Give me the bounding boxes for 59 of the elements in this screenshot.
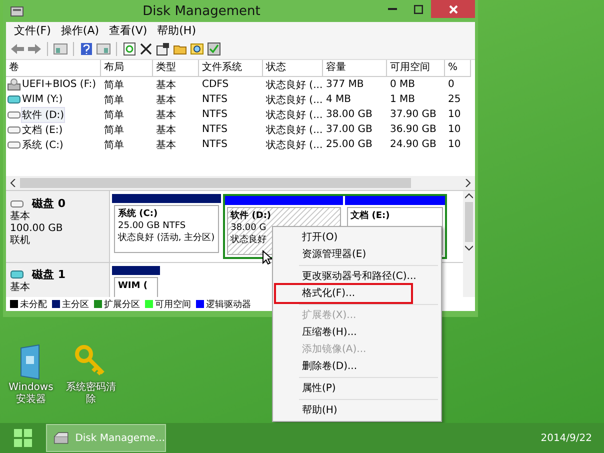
legend-label: 未分配 (20, 298, 47, 310)
table-cell-text: 10 (447, 139, 462, 150)
disk-name: 磁盘 1 (32, 267, 66, 282)
table-cell-text: NTFS (201, 94, 229, 105)
partition-name: 软件 (D:) (230, 210, 272, 222)
disk-info: 基本 (10, 282, 31, 294)
disk-name: 磁盘 0 (32, 196, 66, 211)
table-cell-text: 10 (447, 109, 462, 120)
disk-info: 联机 (10, 235, 31, 247)
table-cell-text: 状态良好 (... (265, 138, 323, 152)
window-title: Disk Management (142, 4, 262, 18)
partition-info: 状态良好 (230, 234, 267, 246)
table-cell-text: 基本 (155, 138, 177, 152)
partition-info: 38.00 G (230, 222, 266, 234)
table-cell-text: CDFS (201, 79, 230, 90)
table-cell-text: 0 MB (389, 79, 416, 90)
clock-date: 2014/9/22 (540, 432, 592, 444)
table-cell-text: 基本 (155, 78, 177, 92)
table-cell-text: 状态良好 (... (265, 124, 323, 136)
table-cell-text: 24.90 GB (389, 139, 438, 150)
table-cell-text: 25 (447, 94, 462, 105)
table-cell-text: 基本 (155, 124, 177, 136)
table-cell-text: NTFS (201, 139, 229, 150)
table-cell-text: 状态良好 (... (265, 108, 323, 122)
table-cell-text: 简单 (103, 108, 125, 122)
legend-label: 主分区 (62, 298, 89, 310)
legend-label: 逻辑驱动器 (206, 298, 251, 310)
table-cell-text: NTFS (201, 124, 229, 135)
disk-info: 基本 (10, 211, 31, 223)
partition-info: 25.00 GB NTFS (118, 220, 186, 232)
table-cell-text: 37.90 GB (389, 109, 438, 120)
partition-name: 文档 (E:) (350, 210, 390, 222)
table-cell-text: 状态良好 (... (265, 78, 323, 92)
table-cell-text: 36.90 GB (389, 124, 438, 135)
table-cell-text: 25.00 GB (325, 139, 374, 150)
partition-name: WIM ( (118, 280, 148, 292)
table-cell-text: 简单 (103, 138, 125, 152)
table-cell-text: 37.00 GB (325, 124, 374, 135)
table-cell-text: 1 MB (389, 94, 416, 105)
partition-name: 系统 (C:) (118, 208, 158, 220)
disk-info: 100.00 GB (10, 223, 64, 234)
legend-label: 可用空间 (155, 298, 191, 310)
shortcut-label: Windows安装器 (8, 382, 54, 406)
legend-label: 扩展分区 (104, 298, 140, 310)
taskbar-label: Disk Manageme... (75, 432, 165, 444)
table-cell-text: 4 MB (325, 94, 352, 105)
table-cell-text: 基本 (155, 108, 177, 122)
table-cell-text: NTFS (201, 109, 229, 120)
table-cell-text: 377 MB (325, 79, 365, 90)
table-cell-text: 简单 (103, 94, 125, 106)
table-cell-text: 简单 (103, 78, 125, 92)
table-cell-text: 基本 (155, 94, 177, 106)
table-cell-text: 状态良好 (... (265, 94, 323, 106)
table-cell-text: 10 (447, 124, 462, 135)
table-cell-text: 简单 (103, 124, 125, 136)
table-cell-text: 0 (447, 79, 456, 90)
partition-info: 状态良好 (活动, 主分区) (118, 232, 215, 244)
table-cell-text: 38.00 GB (325, 109, 374, 120)
shortcut-label: 系统密码清除 (65, 382, 117, 406)
